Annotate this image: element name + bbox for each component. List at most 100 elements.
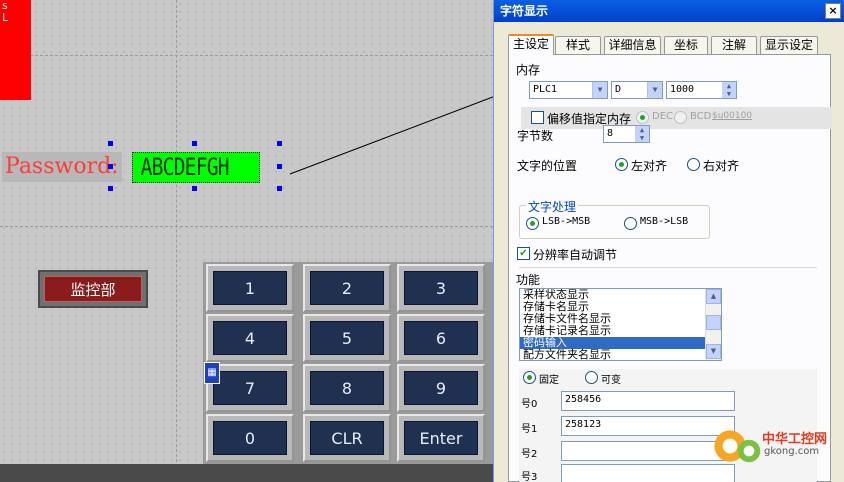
scroll-thumb[interactable] xyxy=(706,315,721,330)
offset-checkbox[interactable] xyxy=(531,111,544,124)
key-label: CLR xyxy=(310,421,384,455)
password-label[interactable]: Password: xyxy=(2,152,122,182)
selection-handle[interactable] xyxy=(277,186,282,191)
password-3-input[interactable] xyxy=(561,464,735,482)
key-label: Enter xyxy=(404,421,478,455)
auto-resolution-label: 分辨率自动调节 xyxy=(533,248,618,262)
key-9[interactable]: 9 xyxy=(397,364,485,412)
list-item[interactable]: 配方文件夹名显示 xyxy=(520,349,721,361)
close-icon[interactable]: × xyxy=(825,3,841,19)
lsb-msb-label: LSB->MSB xyxy=(542,216,591,227)
selection-handle[interactable] xyxy=(108,186,113,191)
password-1-input[interactable]: 258123 xyxy=(561,416,735,436)
byte-count-value: 8 xyxy=(607,128,614,139)
selection-handle[interactable] xyxy=(108,164,113,169)
selection-handle[interactable] xyxy=(277,164,282,169)
key-1[interactable]: 1 xyxy=(206,264,294,312)
device-select[interactable]: D ▼ xyxy=(611,81,663,99)
memory-label: 内存 xyxy=(516,63,541,77)
align-right-radio[interactable] xyxy=(687,158,700,171)
dialog-titlebar[interactable]: 字符显示 × xyxy=(494,0,844,22)
monitor-button-label: 监控部 xyxy=(44,276,142,302)
selection-handle[interactable] xyxy=(277,141,282,146)
key-enter[interactable]: Enter xyxy=(397,414,485,462)
password-3-label: 号3 xyxy=(521,472,538,482)
selection-handle[interactable] xyxy=(192,141,197,146)
auto-resolution-checkbox[interactable]: ✔ xyxy=(517,247,530,260)
plc-value: PLC1 xyxy=(533,84,558,95)
password-1-value: 258123 xyxy=(565,419,602,430)
offset-dec-label: DEC xyxy=(652,111,674,122)
guide-line xyxy=(0,226,493,227)
msb-lsb-radio[interactable] xyxy=(624,217,637,230)
align-left-radio[interactable] xyxy=(615,158,628,171)
lsb-msb-radio[interactable] xyxy=(526,217,539,230)
tab-notes[interactable]: 注解 xyxy=(711,36,757,54)
tab-coordinates[interactable]: 坐标 xyxy=(664,36,708,54)
key-3[interactable]: 3 xyxy=(397,264,485,312)
scroll-down-icon[interactable]: ▼ xyxy=(706,344,721,359)
mode-fixed-label: 固定 xyxy=(539,375,559,386)
key-5[interactable]: 5 xyxy=(303,314,391,362)
scroll-up-icon[interactable]: ▲ xyxy=(706,289,721,304)
offset-dec-radio[interactable] xyxy=(636,111,649,124)
guide-line xyxy=(176,0,177,482)
address-value: 1000 xyxy=(670,84,695,95)
key-label: 7 xyxy=(213,371,287,405)
selection-handle[interactable] xyxy=(108,141,113,146)
chevron-down-icon: ▼ xyxy=(592,82,607,98)
key-label: 3 xyxy=(404,271,478,305)
mode-variable-label: 可变 xyxy=(601,375,621,386)
mode-variable-radio[interactable] xyxy=(585,371,598,384)
scrollbar[interactable]: ▲ ▼ xyxy=(705,289,721,360)
tab-style[interactable]: 样式 xyxy=(555,36,601,54)
password-0-input[interactable]: 258456 xyxy=(561,391,735,411)
key-8[interactable]: 8 xyxy=(303,364,391,412)
status-strip xyxy=(0,464,493,482)
password-0-label: 号0 xyxy=(521,399,538,410)
key-label: 9 xyxy=(404,371,478,405)
function-list[interactable]: 采样状态显示 存储卡名显示 存储卡文件名显示 存储卡记录名显示 密码输入 配方文… xyxy=(519,288,722,361)
key-label: 5 xyxy=(310,321,384,355)
password-0-value: 258456 xyxy=(565,394,602,405)
spin-icon[interactable]: ▲ ▼ xyxy=(722,82,736,98)
watermark-en: gkong.com xyxy=(764,446,820,457)
key-label: 4 xyxy=(213,321,287,355)
site-watermark: 中华工控网 gkong.com xyxy=(712,426,838,468)
offset-bcd-radio[interactable] xyxy=(674,111,687,124)
selection-handle[interactable] xyxy=(192,186,197,191)
spin-icon[interactable]: ▲ ▼ xyxy=(635,126,649,142)
key-2[interactable]: 2 xyxy=(303,264,391,312)
key-label: 0 xyxy=(213,421,287,455)
red-indicator-block[interactable]: s L xyxy=(0,0,31,100)
char-display-object[interactable]: ABCDEFGH xyxy=(132,152,260,183)
mode-fixed-radio[interactable] xyxy=(523,371,536,384)
key-4[interactable]: 4 xyxy=(206,314,294,362)
password-2-label: 号2 xyxy=(521,449,538,460)
offset-bcd-label: BCD xyxy=(690,111,712,122)
key-0[interactable]: 0 xyxy=(206,414,294,462)
byte-count-input[interactable]: 8 ▲ ▼ xyxy=(603,125,650,143)
key-clr[interactable]: CLR xyxy=(303,414,391,462)
gear-icon xyxy=(736,438,762,464)
password-2-input[interactable] xyxy=(561,441,735,461)
editor-canvas[interactable]: s L Password: ABCDEFGH 监控部 1 2 3 4 5 6 7… xyxy=(0,0,493,482)
calculator-icon[interactable]: ▦ xyxy=(204,362,220,384)
key-label: 8 xyxy=(310,371,384,405)
function-label: 功能 xyxy=(516,273,541,287)
chevron-down-icon: ▼ xyxy=(647,82,662,98)
address-input[interactable]: 1000 ▲ ▼ xyxy=(666,81,737,99)
key-6[interactable]: 6 xyxy=(397,314,485,362)
watermark-cn: 中华工控网 xyxy=(762,432,828,447)
char-display-value: ABCDEFGH xyxy=(140,153,230,181)
red-block-text: s L xyxy=(2,0,9,24)
key-label: 6 xyxy=(404,321,478,355)
tab-main-settings[interactable]: 主设定 xyxy=(508,34,554,55)
tab-display-settings[interactable]: 显示设定 xyxy=(760,36,818,54)
guide-line xyxy=(0,55,493,56)
monitor-button[interactable]: 监控部 xyxy=(38,270,148,308)
text-processing-group: 文字处理 LSB->MSB MSB->LSB xyxy=(519,198,710,239)
password-1-label: 号1 xyxy=(521,424,538,435)
plc-select[interactable]: PLC1 ▼ xyxy=(529,81,608,99)
tab-details[interactable]: 详细信息 xyxy=(604,36,661,54)
